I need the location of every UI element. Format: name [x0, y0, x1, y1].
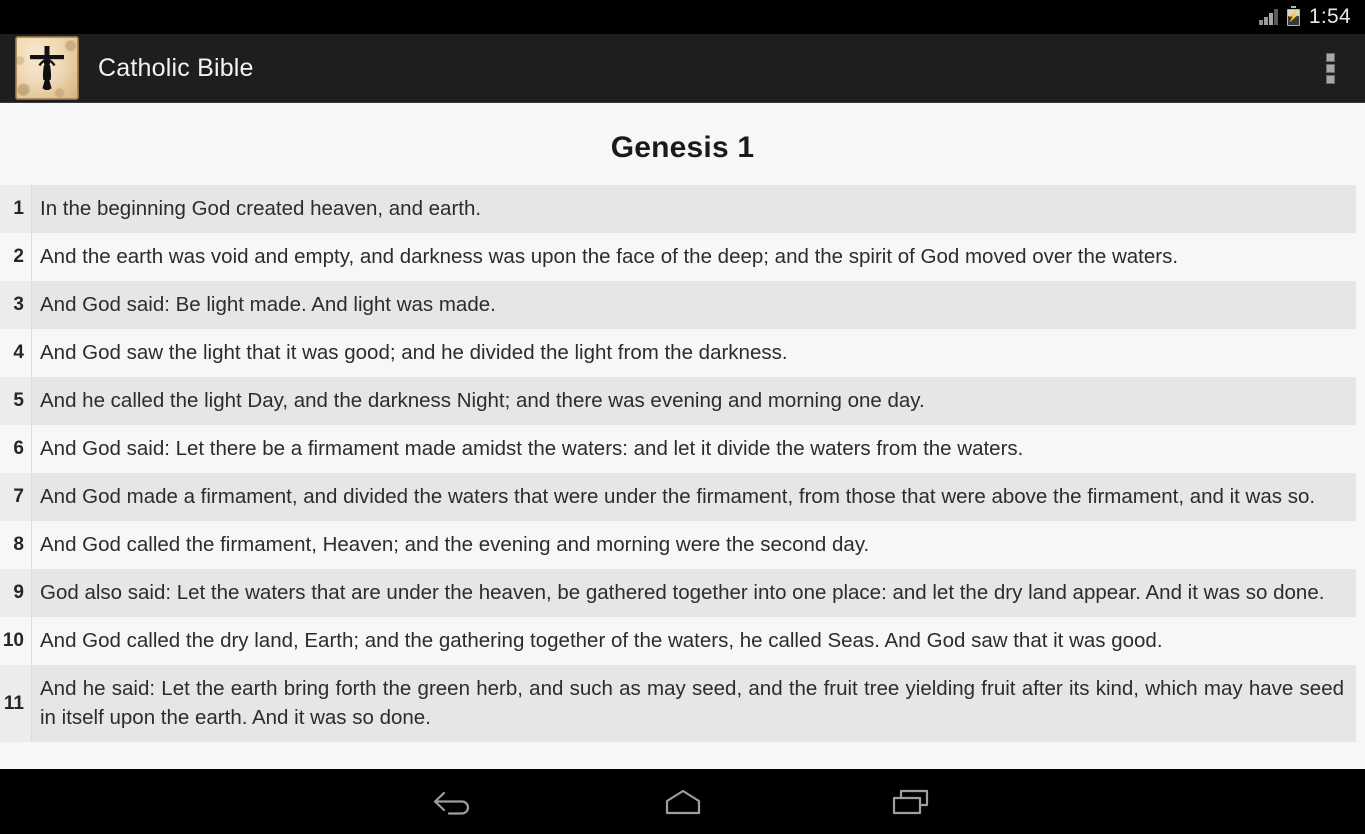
verse-number: 10 [0, 617, 31, 665]
crucifix-parchment-app-icon[interactable] [16, 37, 78, 99]
verse-number: 2 [0, 233, 31, 281]
verse-number: 8 [0, 521, 31, 569]
verse-row[interactable]: 2 And the earth was void and empty, and d… [0, 233, 1356, 281]
verse-row[interactable]: 6 And God said: Let there be a firmament … [0, 425, 1356, 473]
verse-list: 1 In the beginning God created heaven, an… [0, 185, 1365, 742]
verse-row[interactable]: 1 In the beginning God created heaven, an… [0, 185, 1356, 233]
page-title: Genesis 1 [610, 131, 755, 164]
verse-number: 6 [0, 425, 31, 473]
verse-row[interactable]: 4 And God saw the light that it was good;… [0, 329, 1356, 377]
verse-text: And he called the light Day, and the dar… [31, 377, 1356, 425]
crucifix-icon [30, 46, 64, 90]
verse-row[interactable]: 7 And God made a firmament, and divided t… [0, 473, 1356, 521]
verse-text: God also said: Let the waters that are u… [31, 569, 1356, 617]
status-bar-clock: 1:54 [1308, 5, 1351, 28]
verse-number: 5 [0, 377, 31, 425]
verse-text: And God said: Be light made. And light w… [31, 281, 1356, 329]
verse-text: And God called the dry land, Earth; and … [31, 617, 1356, 665]
verse-row[interactable]: 8 And God called the firmament, Heaven; a… [0, 521, 1356, 569]
overflow-menu-icon[interactable] [1303, 37, 1357, 99]
verse-row[interactable]: 5 And he called the light Day, and the da… [0, 377, 1356, 425]
chapter-content[interactable]: Genesis 1 1 In the beginning God created … [0, 103, 1365, 769]
verse-text: And God made a firmament, and divided th… [31, 473, 1356, 521]
action-bar: Catholic Bible [0, 34, 1365, 103]
signal-bars-icon [1259, 9, 1278, 25]
verse-number: 11 [0, 665, 31, 742]
verse-text: And God said: Let there be a firmament m… [31, 425, 1356, 473]
verse-text: And the earth was void and empty, and da… [31, 233, 1356, 281]
back-arrow-icon [433, 791, 469, 815]
back-button[interactable] [416, 778, 494, 826]
verse-text: And God called the firmament, Heaven; an… [31, 521, 1356, 569]
verse-row[interactable]: 3 And God said: Be light made. And light … [0, 281, 1356, 329]
verse-number: 7 [0, 473, 31, 521]
verse-row[interactable]: 10 And God called the dry land, Earth; an… [0, 617, 1356, 665]
recent-apps-icon [892, 789, 928, 814]
verse-number: 3 [0, 281, 31, 329]
verse-number: 1 [0, 185, 31, 233]
app-title: Catholic Bible [98, 53, 254, 82]
android-navigation-bar [0, 769, 1365, 834]
status-bar-right: ⚡ 1:54 [1259, 5, 1351, 29]
verse-text: And God saw the light that it was good; … [31, 329, 1356, 377]
verse-row[interactable]: 11 And he said: Let the earth bring forth… [0, 665, 1356, 742]
verse-number: 9 [0, 569, 31, 617]
verse-text: In the beginning God created heaven, and… [31, 185, 1356, 233]
verse-number: 4 [0, 329, 31, 377]
home-button[interactable] [644, 778, 722, 826]
status-bar: ⚡ 1:54 [0, 0, 1365, 34]
verse-text: And he said: Let the earth bring forth t… [31, 665, 1356, 742]
home-icon [665, 789, 700, 814]
battery-charging-icon: ⚡ [1287, 6, 1300, 26]
recent-apps-button[interactable] [872, 778, 950, 826]
verse-row[interactable]: 9 God also said: Let the waters that are … [0, 569, 1356, 617]
